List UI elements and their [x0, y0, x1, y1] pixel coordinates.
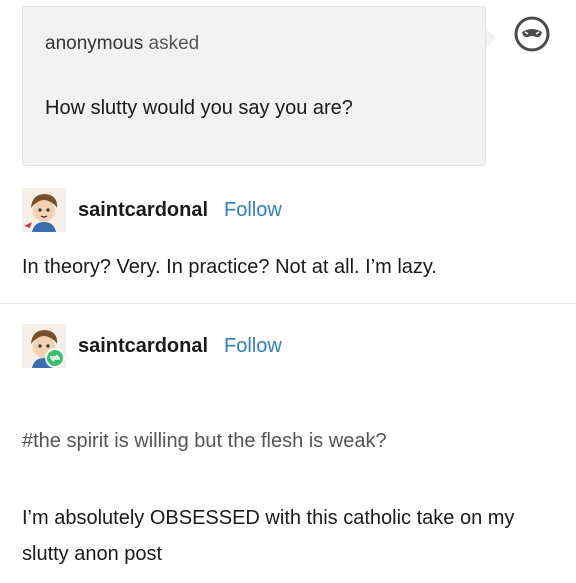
ask-box: anonymous asked How slutty would you say… [22, 6, 486, 166]
reblog-tags[interactable]: #the spirit is willing but the flesh is … [22, 430, 387, 453]
answer-username[interactable]: saintcardonal [78, 199, 208, 222]
reblog-username[interactable]: saintcardonal [78, 335, 208, 358]
user-avatar-with-reblog-icon[interactable] [22, 324, 66, 368]
asked-verb: asked [148, 33, 200, 54]
asker-line: anonymous asked [45, 33, 199, 55]
ask-pointer [486, 28, 496, 48]
user-avatar[interactable] [22, 188, 66, 232]
post-divider [0, 303, 576, 304]
answer-follow-button[interactable]: Follow [224, 199, 282, 222]
reblog-header: saintcardonal Follow [22, 324, 282, 368]
anonymous-mask-icon[interactable] [514, 16, 550, 52]
answer-text: In theory? Very. In practice? Not at all… [22, 256, 437, 278]
asker-name[interactable]: anonymous [45, 33, 143, 54]
ask-question: How slutty would you say you are? [45, 97, 353, 119]
reblog-follow-button[interactable]: Follow [224, 335, 282, 358]
answer-header: saintcardonal Follow [22, 188, 282, 232]
reblog-comment: I’m absolutely OBSESSED with this cathol… [22, 507, 515, 565]
